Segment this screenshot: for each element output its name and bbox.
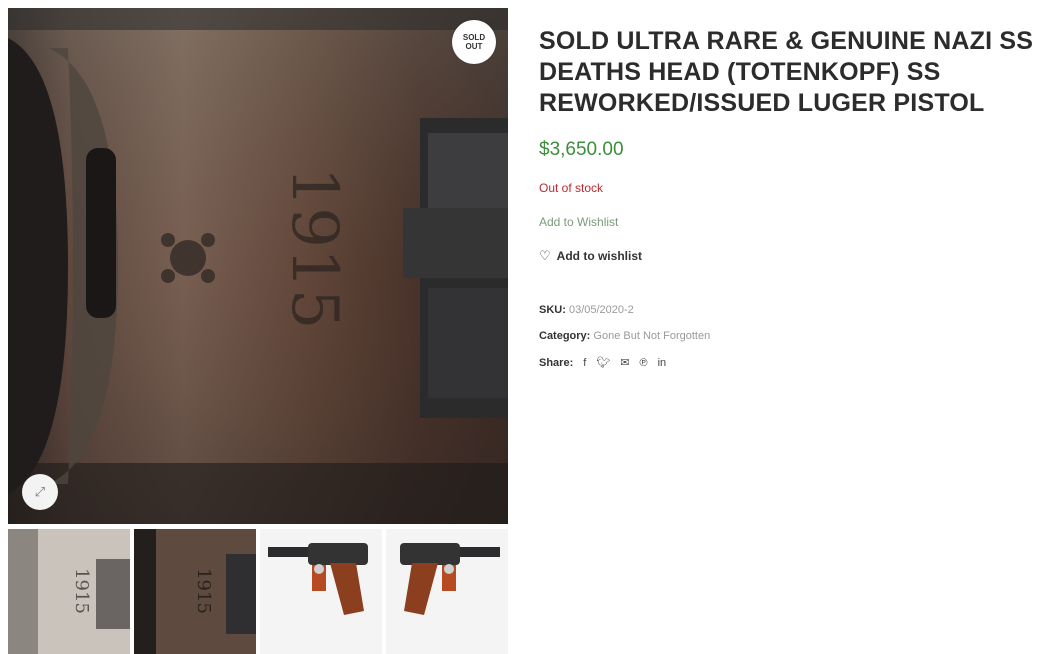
add-to-wishlist-button[interactable]: ♡ Add to wishlist xyxy=(539,248,1059,264)
sku-value: 03/05/2020-2 xyxy=(568,304,634,316)
add-to-wishlist-label: Add to wishlist xyxy=(556,249,642,263)
email-icon[interactable]: ✉ xyxy=(620,356,629,369)
thumbnail-2[interactable]: 1915 xyxy=(134,529,256,654)
twitter-icon[interactable]: 🐦︎ xyxy=(596,356,610,369)
heart-icon: ♡ xyxy=(539,248,551,263)
sku-row: SKU: 03/05/2020-2 xyxy=(539,304,1059,316)
thumbnail-2-stamp: 1915 xyxy=(193,568,214,614)
main-product-image[interactable]: 1915 SOLD OUT ⤢ xyxy=(8,8,508,524)
thumbnail-4[interactable] xyxy=(386,529,508,654)
category-link[interactable]: Gone But Not Forgotten xyxy=(593,330,710,342)
sold-out-badge: SOLD OUT xyxy=(452,20,496,64)
sku-label: SKU: xyxy=(539,304,566,316)
thumbnail-strip: 1915 1915 xyxy=(8,529,508,654)
product-meta: SKU: 03/05/2020-2 Category: Gone But Not… xyxy=(539,304,1059,369)
main-image-stamp: 1915 xyxy=(277,167,351,330)
expand-icon: ⤢ xyxy=(34,484,46,499)
category-row: Category: Gone But Not Forgotten xyxy=(539,330,1059,342)
linkedin-icon[interactable]: in xyxy=(658,357,667,369)
main-image-photo: 1915 xyxy=(8,8,508,524)
facebook-icon[interactable]: f xyxy=(583,357,586,369)
add-to-wishlist-link[interactable]: Add to Wishlist xyxy=(539,215,618,229)
thumbnail-4-photo xyxy=(386,529,508,654)
thumbnail-3[interactable] xyxy=(260,529,382,654)
product-summary: SOLD ULTRA RARE & GENUINE NAZI SS DEATHS… xyxy=(539,26,1059,369)
share-row: Share: f 🐦︎ ✉ ℗ in xyxy=(539,356,1059,370)
share-label: Share: xyxy=(539,356,574,369)
thumbnail-1[interactable]: 1915 xyxy=(8,529,130,654)
sold-out-badge-line1: SOLD xyxy=(462,33,486,42)
category-label: Category: xyxy=(539,330,591,342)
product-gallery: 1915 SOLD OUT ⤢ 1915 1915 xyxy=(8,8,508,654)
thumbnail-1-photo: 1915 xyxy=(8,529,130,654)
thumbnail-2-photo: 1915 xyxy=(134,529,256,654)
product-title: SOLD ULTRA RARE & GENUINE NAZI SS DEATHS… xyxy=(539,27,1034,117)
zoom-button[interactable]: ⤢ xyxy=(22,474,58,510)
sold-out-badge-line2: OUT xyxy=(465,42,483,51)
thumbnail-3-photo xyxy=(260,529,382,654)
product-price: $3,650.00 xyxy=(539,139,624,160)
stock-status: Out of stock xyxy=(539,181,604,195)
thumbnail-1-stamp: 1915 xyxy=(71,568,92,614)
pinterest-icon[interactable]: ℗ xyxy=(640,357,648,369)
